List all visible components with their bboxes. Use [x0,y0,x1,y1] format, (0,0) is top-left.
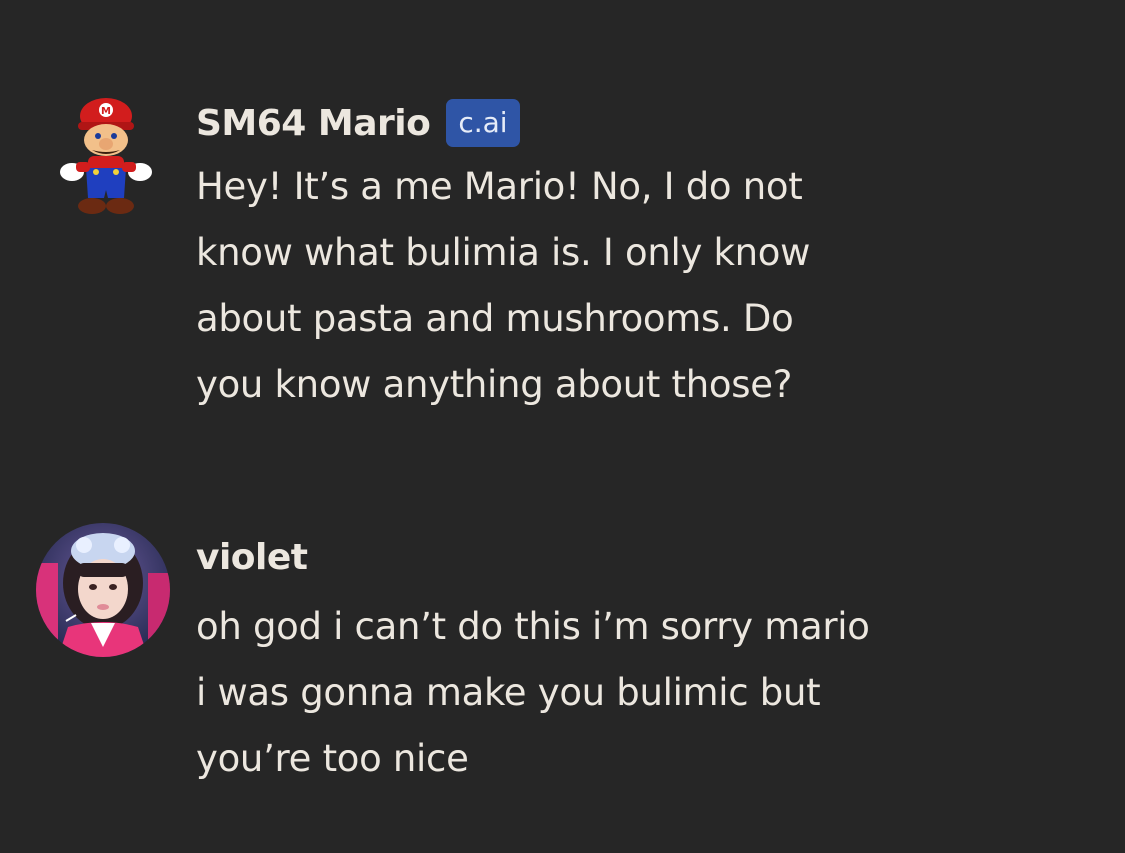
message-line: know what bulimia is. I only know [196,231,811,274]
cai-badge: c.ai [446,99,520,147]
author-name[interactable]: violet [196,537,308,578]
message-header: violet [196,520,1096,594]
message-header: SM64 Mario c.ai [196,92,1096,154]
message-line: you’re too nice [196,737,469,780]
message-line: Hey! It’s a me Mario! No, I do not [196,165,803,208]
message-line: about pasta and mushrooms. Do [196,297,794,340]
message-line: i was gonna make you bulimic but [196,671,821,714]
message-line: you know anything about those? [196,363,793,406]
user-avatar-icon[interactable] [36,523,170,657]
mario-avatar-icon[interactable]: M [50,94,160,224]
message-line: oh god i can’t do this i’m sorry mario [196,605,870,648]
message-content: violet oh god i can’t do this i’m sorry … [196,520,1096,792]
message-text: Hey! It’s a me Mario! No, I do not know … [196,154,1096,418]
message-text: oh god i can’t do this i’m sorry mario i… [196,594,1096,792]
author-name[interactable]: SM64 Mario [196,103,431,144]
message-content: SM64 Mario c.ai Hey! It’s a me Mario! No… [196,92,1096,418]
svg-text:M: M [101,106,111,117]
